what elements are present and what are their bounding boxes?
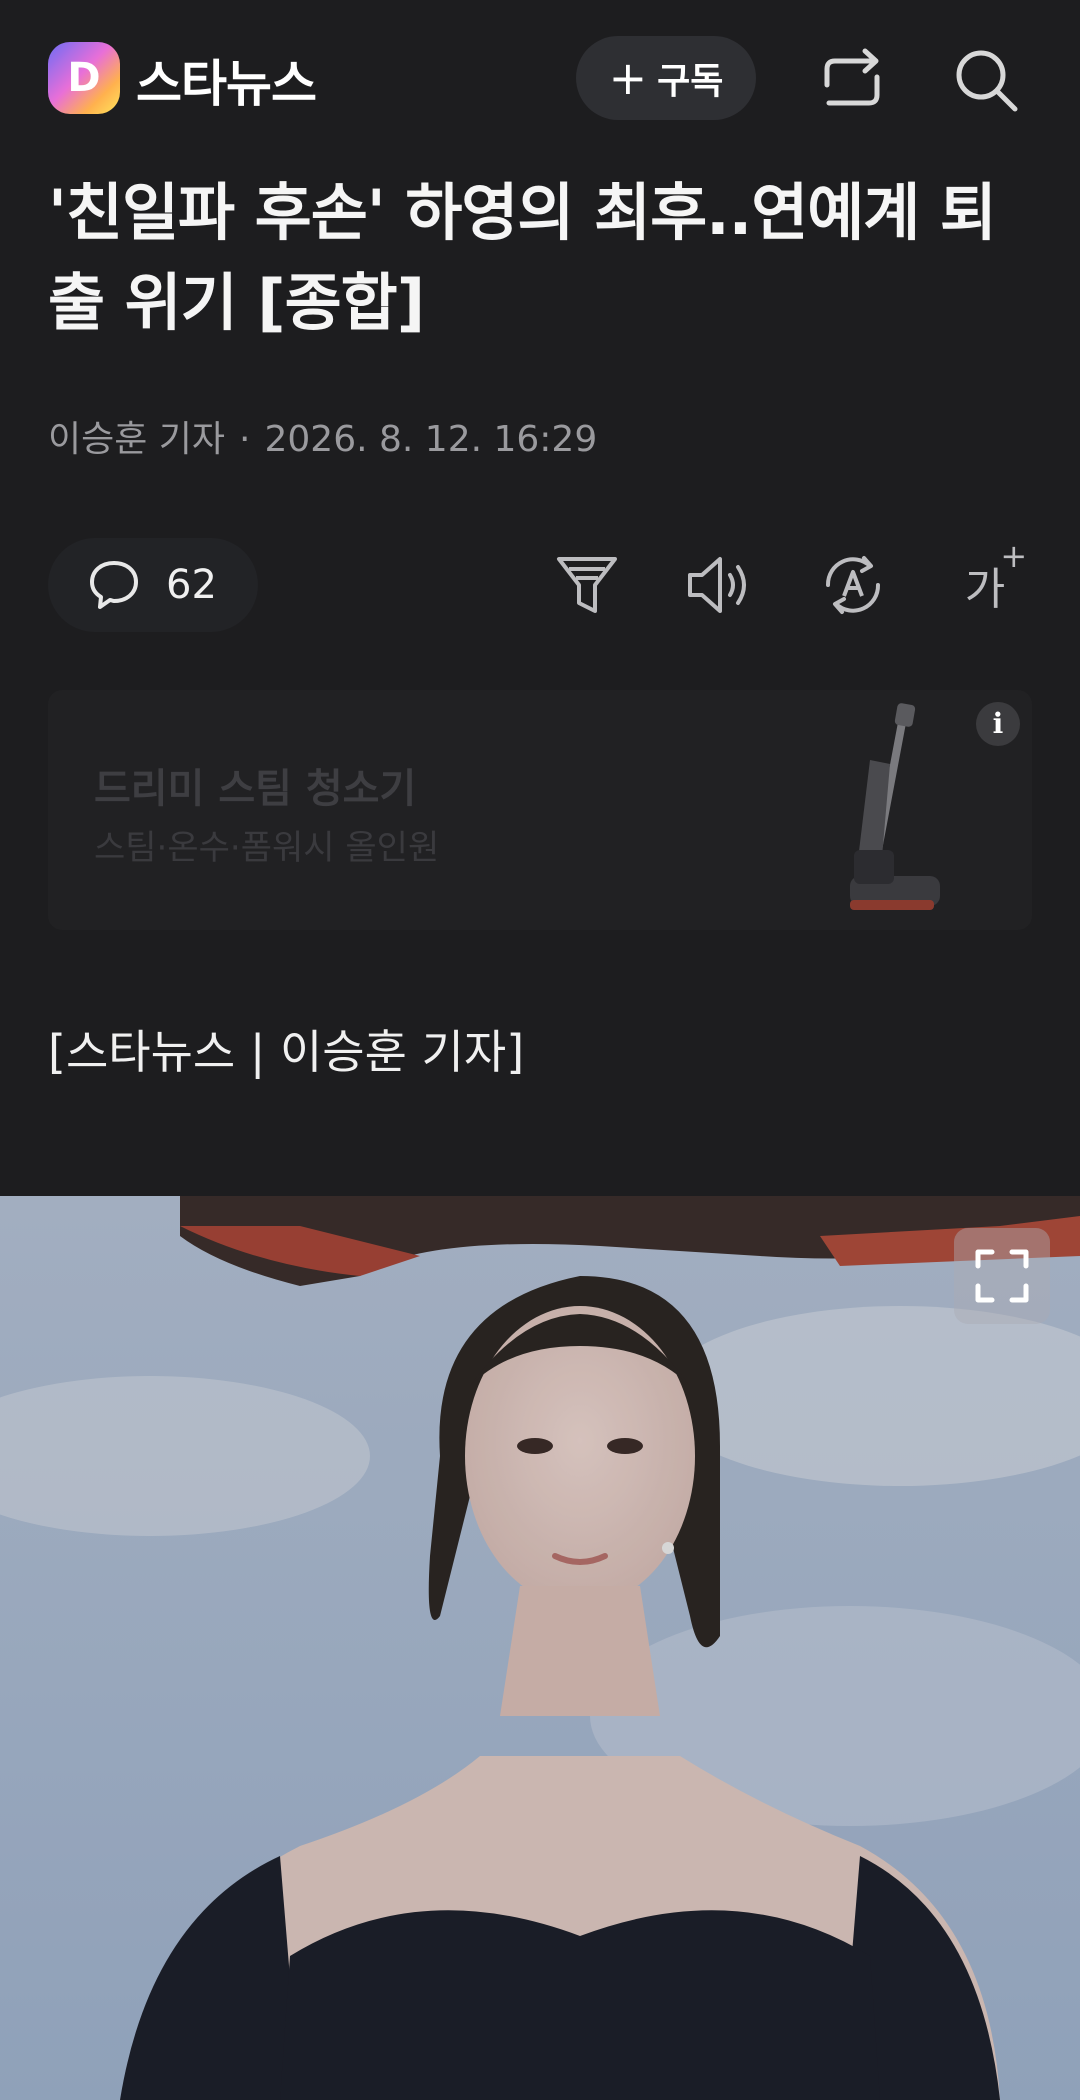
expand-image-button[interactable] <box>954 1228 1050 1324</box>
article-photo-image <box>0 1196 1080 2100</box>
share-button[interactable] <box>812 40 892 120</box>
byline: 이승훈 기자 · 2026. 8. 12. 16:29 <box>48 410 597 462</box>
ad-banner[interactable]: 드리미 스팀 청소기 스팀·온수·폼워시 올인원 i <box>48 690 1032 930</box>
article-toolbar: 62 가 + <box>0 530 1080 640</box>
article-source-line: [스타뉴스 | 이승훈 기자] <box>48 1025 525 1079</box>
speaker-icon <box>688 557 746 613</box>
font-size-plus: + <box>1000 537 1028 575</box>
comment-count: 62 <box>166 562 217 608</box>
article-photo[interactable] <box>0 1196 1080 2100</box>
search-icon <box>956 50 1018 112</box>
listen-button[interactable] <box>676 540 766 630</box>
ad-subtitle: 스팀·온수·폼워시 올인원 <box>94 828 440 868</box>
font-size-icon: 가 + <box>964 537 1027 617</box>
search-button[interactable] <box>946 40 1026 120</box>
publish-date: 2026. 8. 12. 16:29 <box>264 419 598 460</box>
summary-filter-icon <box>557 557 617 613</box>
subscribe-button[interactable]: + 구독 <box>576 36 756 120</box>
ad-title: 드리미 스팀 청소기 <box>94 766 417 812</box>
font-size-button[interactable]: 가 + <box>940 537 1030 630</box>
comment-icon <box>90 561 138 609</box>
ad-info-button[interactable]: i <box>976 702 1020 746</box>
top-bar: D 스타뉴스 + 구독 <box>0 0 1080 160</box>
logo-letter: D <box>67 55 101 101</box>
summary-button[interactable] <box>542 540 632 630</box>
article-title: '친일파 후손' 하영의 최후..연예계 퇴출 위기 [종합] <box>48 176 997 339</box>
byline-separator: · <box>239 419 251 460</box>
subscribe-label: 구독 <box>657 61 724 102</box>
plus-icon: + <box>608 51 648 105</box>
steam-cleaner-image <box>850 703 940 910</box>
author-name[interactable]: 이승훈 기자 <box>48 419 225 460</box>
fullscreen-icon <box>975 1249 1029 1303</box>
translate-icon <box>825 556 881 614</box>
comment-button[interactable]: 62 <box>48 538 258 632</box>
press-name[interactable]: 스타뉴스 <box>136 44 317 116</box>
font-size-label: 가 <box>964 564 1006 615</box>
daum-logo[interactable]: D <box>48 42 120 114</box>
translate-button[interactable] <box>808 540 898 630</box>
share-icon <box>824 48 880 106</box>
